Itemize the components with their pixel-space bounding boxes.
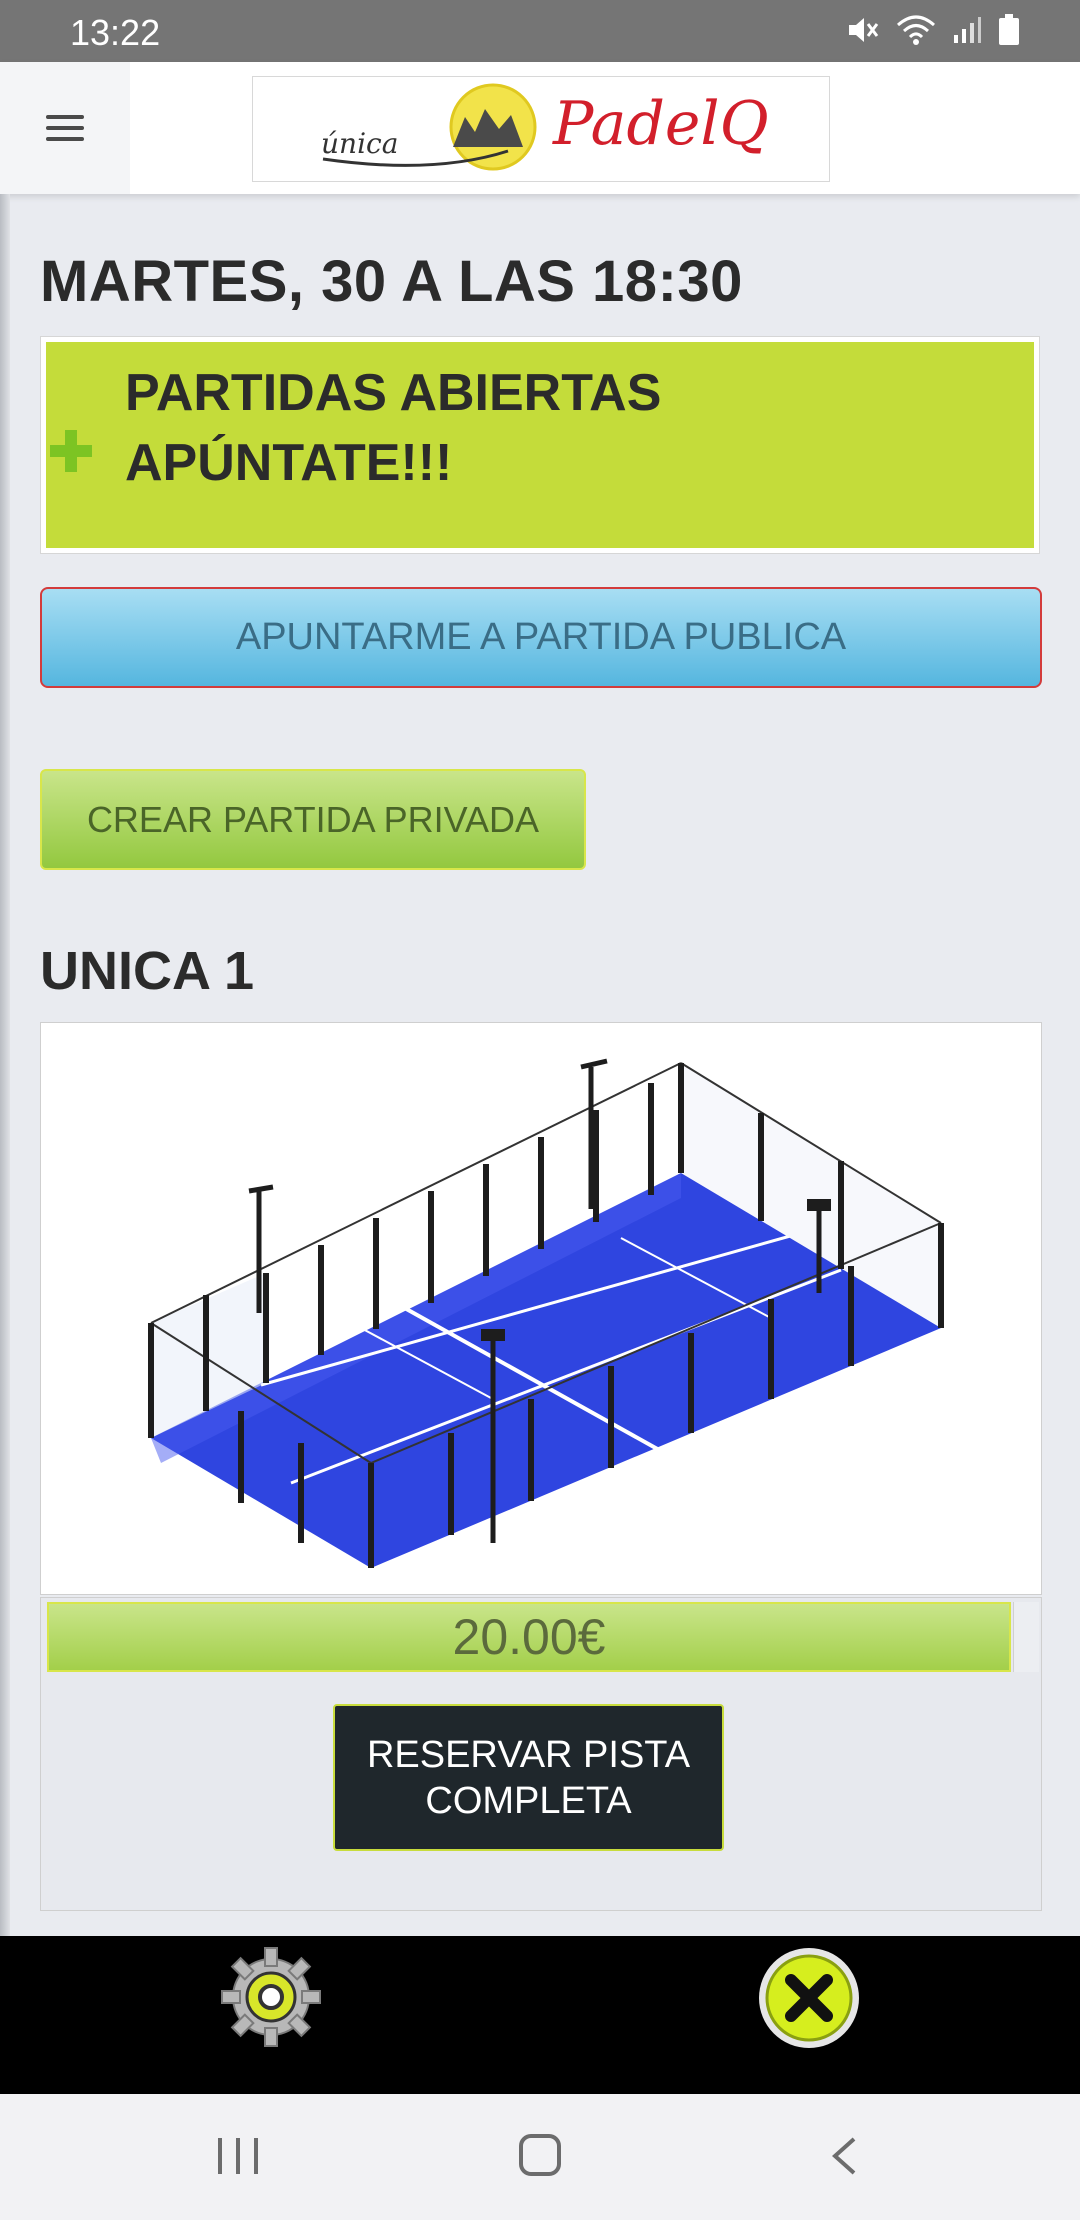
bottom-toolbar [0, 1936, 1080, 2094]
settings-button[interactable] [220, 1946, 322, 2048]
signal-icon [952, 15, 982, 50]
system-nav-bar [0, 2094, 1080, 2220]
status-bar: 13:22 [0, 0, 1080, 62]
mute-icon [846, 15, 880, 50]
close-icon [759, 1948, 859, 2048]
open-games-line1: PARTIDAS ABIERTAS [125, 364, 662, 422]
wifi-icon [896, 15, 936, 50]
menu-button[interactable] [0, 62, 130, 194]
court-price: 20.00€ [47, 1602, 1011, 1672]
open-games-text: PARTIDAS ABIERTAS APÚNTATE!!! [125, 358, 661, 498]
logo-text-right: PadelQ [553, 89, 769, 159]
join-public-game-button[interactable]: APUNTARME A PARTIDA PUBLICA [40, 587, 1042, 688]
open-games-line2: APÚNTATE!!! [125, 434, 453, 492]
page-edge [0, 194, 10, 1936]
gear-icon [221, 1947, 321, 2047]
logo: única PadelQ [252, 76, 830, 182]
price-side-cell [1013, 1602, 1039, 1672]
back-icon[interactable] [830, 2136, 858, 2176]
reserve-full-court-button[interactable]: RESERVAR PISTA COMPLETA [333, 1704, 724, 1851]
battery-icon [998, 14, 1020, 51]
court-price-panel: 20.00€ RESERVAR PISTA COMPLETA [40, 1597, 1042, 1911]
open-games-banner[interactable]: PARTIDAS ABIERTAS APÚNTATE!!! [46, 342, 1034, 548]
app-header: única PadelQ [0, 62, 1080, 194]
page-title: MARTES, 30 A LAS 18:30 [40, 249, 743, 314]
court-image [40, 1022, 1042, 1595]
recents-icon[interactable] [218, 2138, 258, 2174]
create-private-game-button[interactable]: CREAR PARTIDA PRIVADA [40, 769, 586, 870]
hamburger-menu-icon [46, 108, 84, 148]
open-games-panel[interactable]: PARTIDAS ABIERTAS APÚNTATE!!! [40, 336, 1040, 554]
plus-icon [50, 430, 92, 472]
home-icon[interactable] [519, 2134, 561, 2176]
court-name: UNICA 1 [40, 941, 255, 1001]
close-button[interactable] [757, 1946, 861, 2050]
logo-text-left: única [321, 127, 399, 160]
status-icons [846, 14, 1020, 51]
status-time: 13:22 [70, 12, 161, 53]
